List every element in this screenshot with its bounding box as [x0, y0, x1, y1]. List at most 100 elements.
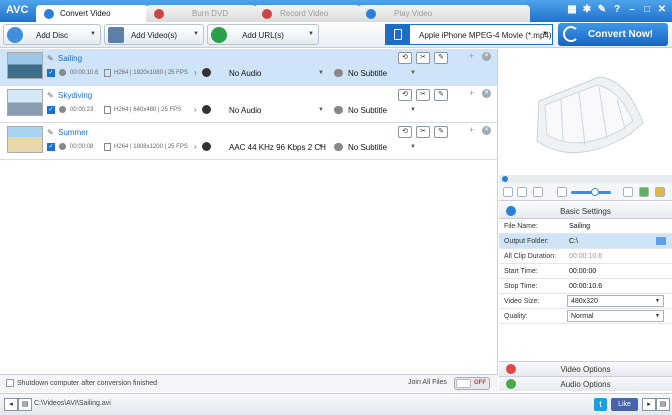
stop-icon[interactable]: [517, 187, 527, 197]
snapshot-icon[interactable]: [533, 187, 543, 197]
refresh-icon: [563, 26, 579, 42]
rotate-icon[interactable]: ⟲: [398, 126, 412, 138]
chevron-down-icon[interactable]: ▼: [308, 31, 314, 37]
seek-handle[interactable]: [502, 176, 508, 182]
trim-icon[interactable]: [639, 187, 649, 197]
audio-options-header[interactable]: Audio Options: [499, 376, 672, 391]
rotate-icon[interactable]: ⟲: [398, 89, 412, 101]
skin-icon[interactable]: ▦: [566, 3, 578, 17]
add-videos-button[interactable]: Add Video(s) ▼: [104, 24, 204, 45]
expand-panel-icon[interactable]: ▸: [642, 398, 656, 411]
pin-icon[interactable]: +: [469, 125, 474, 135]
rotate-icon[interactable]: ⟲: [398, 52, 412, 64]
file-duration: 00:00:08: [70, 144, 94, 150]
audio-track-select[interactable]: AAC 44 KHz 96 Kbps 2 CH: [229, 143, 326, 152]
magic-wand-icon[interactable]: [655, 187, 665, 197]
file-row[interactable]: ✎ Skydiving ✓ 00:00:23 H264 | 640x480 | …: [0, 86, 497, 123]
fullscreen-icon[interactable]: [623, 187, 633, 197]
audio-track-icon: [202, 105, 211, 114]
file-row[interactable]: ✎ Sailing ✓ 00:00:10.6 H264 | 1920x1080 …: [0, 49, 497, 86]
minimize-button[interactable]: –: [626, 3, 638, 17]
quality-select[interactable]: Normal ▼: [567, 310, 664, 322]
audio-track-select[interactable]: No Audio: [229, 106, 261, 115]
effects-icon[interactable]: ✎: [434, 52, 448, 64]
file-duration: 00:00:23: [70, 107, 94, 113]
effects-icon[interactable]: ✎: [434, 89, 448, 101]
pin-icon[interactable]: +: [469, 51, 474, 61]
volume-handle[interactable]: [591, 188, 599, 196]
subtitle-select[interactable]: No Subtitle: [348, 143, 387, 152]
clip-duration-row: All Clip Duration: 00:00:10.6: [499, 249, 672, 264]
chevron-down-icon[interactable]: ▼: [318, 107, 324, 113]
chevron-down-icon[interactable]: ▼: [410, 107, 416, 113]
file-row[interactable]: ✎ Summer ✓ 00:00:08 H264 | 1808x1200 | 2…: [0, 123, 497, 160]
preview-seek-slider[interactable]: [499, 175, 672, 183]
convert-video-icon: [44, 9, 54, 19]
file-checkbox[interactable]: ✓: [47, 69, 55, 77]
basic-settings-header[interactable]: Basic Settings: [499, 203, 672, 219]
join-toggle[interactable]: OFF: [454, 377, 490, 390]
tab-play-video[interactable]: Play Video: [358, 5, 530, 22]
join-files-label: Join All Files: [408, 379, 447, 386]
shutdown-checkbox[interactable]: Shutdown computer after conversion finis…: [6, 379, 157, 387]
chevron-down-icon[interactable]: ▼: [410, 70, 416, 76]
add-disc-button[interactable]: Add Disc ▼: [3, 24, 101, 45]
tab-convert-video[interactable]: Convert Video: [36, 5, 148, 22]
tools-icon[interactable]: ✎: [596, 3, 608, 17]
file-checkbox[interactable]: ✓: [47, 106, 55, 114]
chevron-down-icon[interactable]: ▼: [193, 31, 199, 37]
tab-burn-dvd[interactable]: Burn DVD: [146, 5, 256, 22]
audio-track-select[interactable]: No Audio: [229, 69, 261, 78]
pin-icon[interactable]: +: [469, 88, 474, 98]
file-name-field[interactable]: Sailing: [569, 223, 590, 230]
file-name[interactable]: Summer: [58, 128, 88, 137]
facebook-like-button[interactable]: Like: [611, 398, 638, 411]
settings-gear-icon[interactable]: ✱: [581, 3, 593, 17]
toggle-left-panel-icon[interactable]: ◂: [4, 398, 18, 411]
output-folder-field[interactable]: C:\: [569, 238, 578, 245]
file-checkbox[interactable]: ✓: [47, 143, 55, 151]
subtitle-select[interactable]: No Subtitle: [348, 69, 387, 78]
clip-duration-value: 00:00:10.6: [569, 253, 603, 260]
cut-icon[interactable]: ✂: [416, 89, 430, 101]
folder-icon[interactable]: [656, 237, 666, 245]
add-urls-button[interactable]: Add URL(s) ▼: [207, 24, 319, 45]
volume-icon[interactable]: [557, 187, 567, 197]
rename-pencil-icon[interactable]: ✎: [47, 91, 54, 100]
remove-icon[interactable]: ✕: [482, 89, 491, 98]
maximize-button[interactable]: □: [641, 3, 653, 17]
play-icon[interactable]: [503, 187, 513, 197]
video-size-select[interactable]: 480x320 ▼: [567, 295, 664, 307]
cut-icon[interactable]: ✂: [416, 52, 430, 64]
checkbox-box[interactable]: [6, 379, 14, 387]
twitter-icon[interactable]: t: [594, 398, 607, 411]
remove-icon[interactable]: ✕: [482, 126, 491, 135]
cut-icon[interactable]: ✂: [416, 126, 430, 138]
video-options-header[interactable]: Video Options: [499, 361, 672, 376]
video-size-row: Video Size: 480x320 ▼: [499, 294, 672, 309]
toggle-right-panel-icon[interactable]: ▤: [656, 398, 670, 411]
effects-icon[interactable]: ✎: [434, 126, 448, 138]
tab-record-video[interactable]: Record Video: [254, 5, 360, 22]
start-time-field[interactable]: 00:00:00: [569, 268, 596, 275]
chevron-down-icon[interactable]: ▼: [318, 144, 324, 150]
file-name[interactable]: Skydiving: [58, 91, 92, 100]
chevron-down-icon[interactable]: ▼: [410, 144, 416, 150]
chevron-right-icon: ›: [194, 142, 197, 151]
subtitle-select[interactable]: No Subtitle: [348, 106, 387, 115]
stop-time-field[interactable]: 00:00:10.6: [569, 283, 602, 290]
convert-now-button[interactable]: Convert Now!: [558, 23, 668, 46]
output-format-select[interactable]: Apple iPhone MPEG-4 Movie (*.mp4) ▼: [385, 24, 553, 45]
phone-icon: [386, 25, 410, 44]
remove-icon[interactable]: ✕: [482, 52, 491, 61]
help-icon[interactable]: ?: [611, 3, 623, 17]
chevron-down-icon[interactable]: ▼: [318, 70, 324, 76]
rename-pencil-icon[interactable]: ✎: [47, 128, 54, 137]
rename-pencil-icon[interactable]: ✎: [47, 54, 54, 63]
video-thumbnail: [7, 52, 43, 79]
file-name[interactable]: Sailing: [58, 54, 82, 63]
video-thumbnail: [7, 89, 43, 116]
close-button[interactable]: ✕: [656, 3, 668, 17]
toggle-list-icon[interactable]: ▤: [18, 398, 32, 411]
chevron-down-icon[interactable]: ▼: [90, 31, 96, 37]
